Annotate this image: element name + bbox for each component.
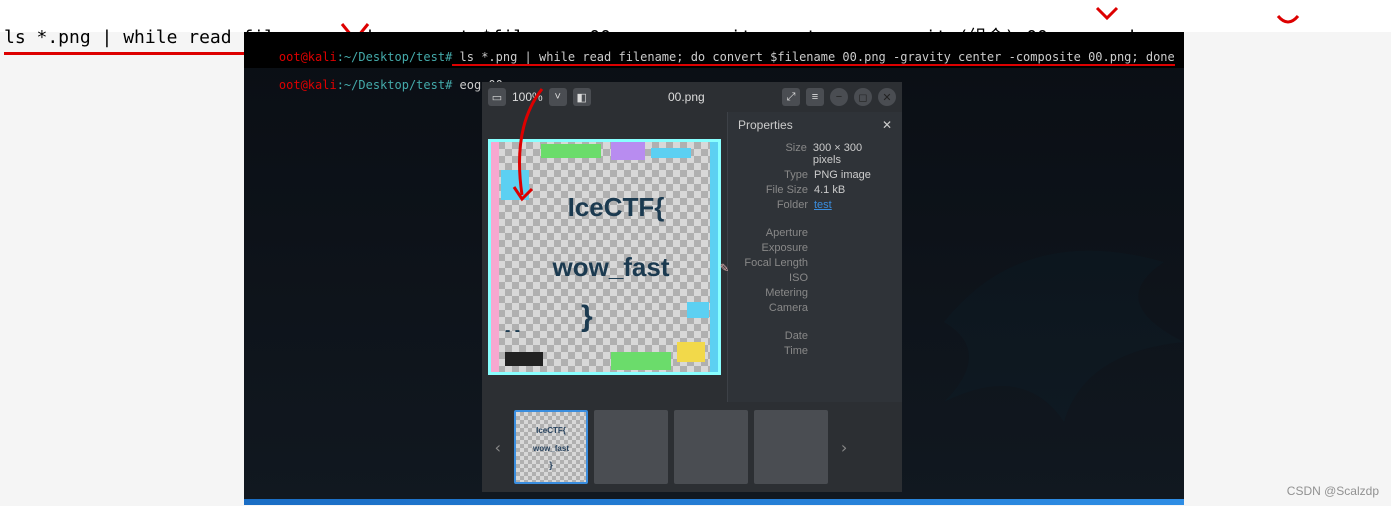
thumbnail[interactable]: IceCTF{ wow_fast } — [514, 410, 588, 484]
kali-dragon-icon — [904, 202, 1224, 442]
watermark: CSDN @Scalzdp — [1287, 484, 1379, 498]
thumbnail[interactable] — [594, 410, 668, 484]
flag-line-1: IceCTF{ — [531, 192, 701, 223]
close-panel-icon[interactable]: ✕ — [882, 118, 892, 132]
flag-line-3: } — [581, 300, 593, 334]
zoom-level[interactable]: 100% — [512, 90, 543, 104]
term-path: :~/Desktop/test# — [337, 78, 453, 92]
next-button[interactable]: › — [834, 417, 854, 477]
prop-label: Type — [738, 169, 808, 181]
minimize-button[interactable]: − — [830, 88, 848, 106]
terminal[interactable]: oot@kali:~/Desktop/test# ls *.png | whil… — [244, 32, 1184, 68]
prev-button[interactable]: ‹ — [488, 417, 508, 477]
maximize-button[interactable]: ◻ — [854, 88, 872, 106]
thumbnail-strip: ‹ IceCTF{ wow_fast } › — [482, 402, 902, 492]
term-cmd: ls *.png | while read filename; do conve… — [452, 50, 1174, 66]
prop-label: Focal Length — [738, 257, 808, 269]
prop-label: Time — [738, 345, 808, 357]
prop-label: Exposure — [738, 242, 808, 254]
menu-button[interactable]: ≡ — [806, 88, 824, 106]
flag-line-2: wow_fast — [511, 252, 711, 283]
zoom-dropdown-button[interactable]: ˅ — [549, 88, 567, 106]
prop-label: Aperture — [738, 227, 808, 239]
prop-label: Size — [738, 142, 807, 166]
image-canvas-area: IceCTF{ wow_fast } - - — [482, 112, 727, 402]
thumbnail[interactable] — [674, 410, 748, 484]
zoom-original-button[interactable]: ◧ — [573, 88, 591, 106]
prop-label: Camera — [738, 302, 808, 314]
titlebar[interactable]: ▭ 100% ˅ ◧ 00.png ⤢ ≡ − ◻ ✕ — [482, 82, 902, 112]
prop-value: 4.1 kB — [814, 184, 845, 196]
desktop-area: oot@kali:~/Desktop/test# ls *.png | whil… — [244, 32, 1184, 505]
zoom-fit-button[interactable]: ▭ — [488, 88, 506, 106]
term-user: oot@kali — [279, 78, 337, 92]
thumbnail[interactable] — [754, 410, 828, 484]
prop-value: 300 × 300 pixels — [813, 142, 892, 166]
pencil-cursor-icon: ✎ — [720, 260, 728, 276]
prop-label: Date — [738, 330, 808, 342]
window-title: 00.png — [597, 90, 776, 104]
prop-label: File Size — [738, 184, 808, 196]
taskbar[interactable] — [244, 499, 1184, 505]
folder-link[interactable]: test — [814, 199, 832, 211]
annotated-command: ls *.png | while read filename; do conve… — [0, 0, 1391, 32]
term-user: oot@kali — [279, 50, 337, 64]
image-canvas[interactable]: IceCTF{ wow_fast } - - — [488, 139, 721, 375]
close-button[interactable]: ✕ — [878, 88, 896, 106]
image-viewer-window: ▭ 100% ˅ ◧ 00.png ⤢ ≡ − ◻ ✕ — [482, 82, 902, 492]
fullscreen-button[interactable]: ⤢ — [782, 88, 800, 106]
prop-label: Folder — [738, 199, 808, 211]
flag-dots: - - — [505, 322, 520, 340]
prop-label: Metering — [738, 287, 808, 299]
prop-value: PNG image — [814, 169, 871, 181]
properties-title: Properties — [738, 118, 793, 132]
prop-label: ISO — [738, 272, 808, 284]
term-path: :~/Desktop/test# — [337, 50, 453, 64]
properties-panel: Properties ✕ Size300 × 300 pixels Type PNG… — [727, 112, 902, 402]
